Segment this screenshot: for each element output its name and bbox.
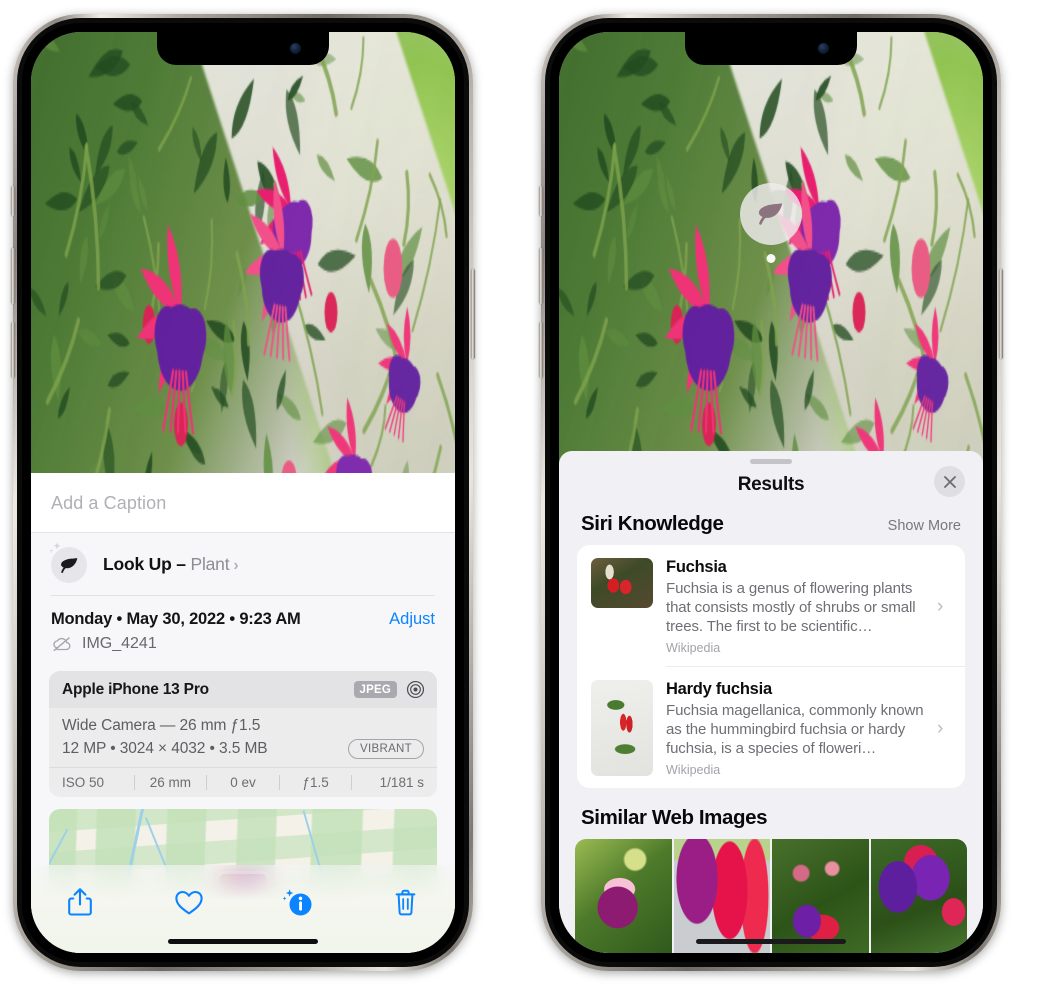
power-button[interactable]	[471, 269, 475, 359]
close-icon	[943, 475, 956, 488]
exif-card: Apple iPhone 13 Pro JPEG Wide Camera — 2…	[49, 671, 437, 797]
siri-knowledge-title: Siri Knowledge	[581, 512, 724, 535]
mute-switch[interactable]	[539, 186, 543, 216]
card-source: Wikipedia	[666, 763, 721, 778]
camera-model: Apple iPhone 13 Pro	[62, 680, 209, 698]
trash-icon	[396, 889, 416, 915]
exif-body: Wide Camera — 26 mm ƒ1.5 12 MP • 3024 × …	[49, 708, 437, 767]
card-description: Fuchsia magellanica, commonly known as t…	[666, 702, 924, 758]
volume-up-button[interactable]	[11, 248, 15, 304]
adjust-button[interactable]: Adjust	[389, 610, 435, 629]
similar-web-images-header: Similar Web Images	[559, 788, 983, 839]
web-image-thumbnail[interactable]	[673, 839, 770, 953]
exif-stats-row: ISO 50 26 mm 0 ev ƒ1.5 1/181 s	[49, 767, 437, 797]
notch	[685, 32, 857, 65]
card-source: Wikipedia	[666, 641, 721, 656]
look-up-row[interactable]: Look Up – Plant ›	[31, 533, 455, 595]
card-thumbnail	[591, 680, 653, 777]
exif-stat-aperture: ƒ1.5	[302, 775, 329, 790]
exif-stat-exposure: 0 ev	[230, 775, 256, 790]
exif-stat-focal: 26 mm	[149, 775, 192, 790]
similar-web-images-title: Similar Web Images	[581, 806, 768, 830]
notch	[157, 32, 329, 65]
aperture-icon	[406, 680, 425, 699]
front-camera-icon	[818, 43, 829, 54]
favorite-button[interactable]	[166, 881, 212, 923]
web-image-thumbnail[interactable]	[772, 839, 869, 953]
home-indicator[interactable]	[168, 939, 318, 944]
screen-right: Results Siri Knowledge Show More Fuchsia…	[559, 32, 983, 953]
screen-left: Add a Caption Look Up – Plant › Monday •…	[31, 32, 455, 953]
look-up-subject: Plant	[190, 553, 230, 574]
siri-knowledge-cards: Fuchsia Fuchsia is a genus of flowering …	[577, 545, 965, 789]
leaf-icon	[758, 203, 783, 225]
photo-metadata: Monday • May 30, 2022 • 9:23 AM Adjust I…	[31, 596, 455, 661]
chevron-right-icon: ›	[937, 717, 944, 739]
mute-switch[interactable]	[11, 186, 15, 216]
look-up-title: Look Up –	[103, 553, 186, 574]
chevron-right-icon: ›	[233, 556, 239, 574]
map-road	[49, 828, 69, 866]
siri-knowledge-header: Siri Knowledge Show More	[559, 512, 983, 545]
similar-web-images-grid	[575, 839, 967, 953]
knowledge-card-fuchsia[interactable]: Fuchsia Fuchsia is a genus of flowering …	[577, 545, 965, 666]
front-camera-icon	[290, 43, 301, 54]
caption-placeholder: Add a Caption	[51, 493, 167, 513]
file-name: IMG_4241	[82, 635, 157, 652]
results-title: Results	[737, 474, 805, 495]
leaf-glyph	[60, 557, 77, 573]
look-up-label: Look Up – Plant ›	[103, 554, 239, 575]
photographic-style-badge: VIBRANT	[348, 739, 424, 759]
volume-up-button[interactable]	[539, 248, 543, 304]
caption-field[interactable]: Add a Caption	[31, 473, 455, 533]
results-sheet: Results Siri Knowledge Show More Fuchsia…	[559, 451, 983, 953]
leaf-icon	[49, 542, 89, 583]
visual-look-up-dot	[766, 254, 776, 263]
screenshot-stage: Add a Caption Look Up – Plant › Monday •…	[0, 0, 1055, 985]
image-size-info: 12 MP • 3024 × 4032 • 3.5 MB	[62, 740, 268, 757]
chevron-right-icon: ›	[937, 595, 944, 617]
heart-icon	[175, 890, 203, 914]
info-button[interactable]	[274, 881, 320, 923]
share-icon	[68, 888, 92, 916]
card-description: Fuchsia is a genus of flowering plants t…	[666, 580, 916, 636]
lens-info: Wide Camera — 26 mm ƒ1.5	[62, 717, 261, 734]
card-title: Fuchsia	[666, 558, 727, 576]
visual-look-up-badge[interactable]	[740, 183, 802, 245]
show-more-button[interactable]: Show More	[888, 518, 961, 534]
exif-stat-iso: ISO 50	[62, 775, 105, 790]
format-badge: JPEG	[353, 681, 397, 698]
volume-down-button[interactable]	[11, 322, 15, 378]
iphone-left: Add a Caption Look Up – Plant › Monday •…	[11, 14, 475, 971]
capture-date: Monday • May 30, 2022 • 9:23 AM	[51, 610, 301, 628]
home-indicator[interactable]	[696, 939, 846, 944]
knowledge-card-hardy-fuchsia[interactable]: Hardy fuchsia Fuchsia magellanica, commo…	[577, 667, 965, 788]
card-title: Hardy fuchsia	[666, 680, 772, 699]
cloud-slash-icon	[53, 637, 71, 652]
exif-stat-shutter: 1/181 s	[379, 775, 424, 790]
results-header: Results	[559, 464, 983, 512]
share-button[interactable]	[57, 881, 103, 923]
info-sparkle-icon	[282, 889, 312, 916]
card-thumbnail	[591, 558, 653, 608]
volume-down-button[interactable]	[539, 322, 543, 378]
web-image-thumbnail[interactable]	[870, 839, 967, 953]
web-image-thumbnail[interactable]	[575, 839, 672, 953]
close-button[interactable]	[934, 466, 965, 497]
iphone-right: Results Siri Knowledge Show More Fuchsia…	[539, 14, 1003, 971]
power-button[interactable]	[999, 269, 1003, 359]
delete-button[interactable]	[383, 881, 429, 923]
exif-header: Apple iPhone 13 Pro JPEG	[49, 671, 437, 708]
